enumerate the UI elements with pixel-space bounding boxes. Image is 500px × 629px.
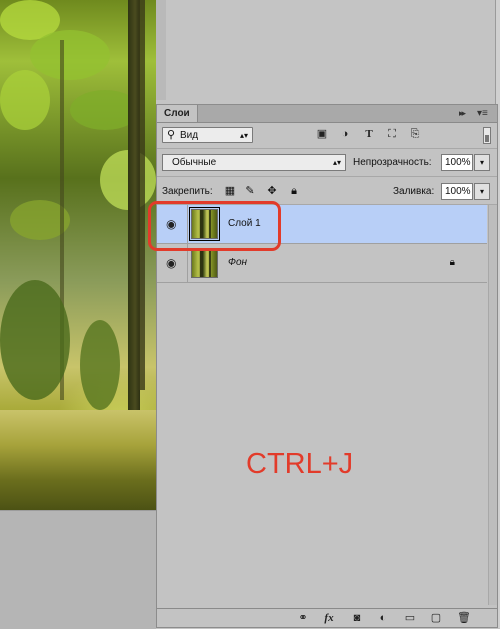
new-group-icon[interactable]: ▭	[403, 611, 417, 625]
panel-tab-bar: Слои ▸▸ ▾≡	[157, 105, 497, 123]
panel-menu-icon[interactable]: ▾≡	[477, 108, 493, 119]
lock-brush-icon[interactable]: ✎	[244, 185, 256, 198]
filter-kind-select[interactable]: ⚲ Вид ▴▾	[162, 127, 253, 143]
updown-arrows-icon: ▴▾	[239, 131, 248, 140]
lock-position-icon[interactable]: ✥	[266, 185, 278, 198]
filter-row: ⚲ Вид ▴▾ ▣ ◑ T ⛶ ⎘	[157, 124, 497, 149]
opacity-input[interactable]: 100%	[441, 154, 473, 171]
lock-all-icon[interactable]: 🔒︎	[288, 185, 300, 198]
fill-input[interactable]: 100%	[441, 183, 473, 200]
fill-dropdown-icon[interactable]: ▾	[474, 183, 490, 200]
panel-bottom-bar: ⚭ fx ◙ ◐ ▭ ▢ 🗑︎	[157, 608, 497, 627]
collapse-panel-icon[interactable]: ▸▸	[459, 108, 471, 119]
link-layers-icon[interactable]: ⚭	[296, 611, 310, 625]
lock-transparency-icon[interactable]: ▦	[224, 185, 236, 198]
filter-toggle[interactable]	[483, 127, 491, 144]
opacity-dropdown-icon[interactable]: ▾	[474, 154, 490, 171]
eye-icon: ◉	[166, 256, 177, 270]
fill-label: Заливка:	[393, 186, 435, 197]
layers-list: ◉ Слой 1 ◉ Фон 🔒︎	[157, 205, 487, 605]
opacity-label: Непрозрачность:	[353, 157, 432, 168]
blend-mode-select[interactable]: Обычные ▴▾	[162, 154, 346, 171]
fx-icon[interactable]: fx	[322, 611, 336, 625]
adjustment-layer-icon[interactable]: ◐	[376, 611, 390, 625]
adjustment-filter-icon[interactable]: ◑	[339, 128, 351, 141]
shortcut-annotation: CTRL+J	[246, 448, 354, 480]
tab-layers[interactable]: Слои	[157, 105, 198, 122]
layers-panel: Слои ▸▸ ▾≡ ⚲ Вид ▴▾ ▣ ◑ T ⛶ ⎘ Обычные ▴▾…	[156, 104, 498, 628]
shape-filter-icon[interactable]: ⛶	[386, 128, 398, 141]
filter-kind-label: Вид	[180, 130, 199, 141]
new-layer-icon[interactable]: ▢	[429, 611, 443, 625]
blend-row: Обычные ▴▾ Непрозрачность: 100% ▾	[157, 150, 497, 177]
document-edge	[156, 0, 166, 100]
search-icon: ⚲	[167, 129, 176, 141]
blend-mode-value: Обычные	[172, 157, 217, 168]
updown-arrows-icon: ▴▾	[332, 158, 341, 167]
lock-label: Закрепить:	[162, 186, 213, 197]
layer-mask-icon[interactable]: ◙	[350, 611, 364, 625]
delete-layer-icon[interactable]: 🗑︎	[457, 611, 471, 625]
smart-object-filter-icon[interactable]: ⎘	[409, 128, 421, 141]
lock-icon: 🔒︎	[449, 257, 455, 268]
type-filter-icon[interactable]: T	[363, 128, 375, 141]
canvas-forest-image	[0, 0, 156, 510]
image-filter-icon[interactable]: ▣	[316, 128, 328, 141]
annotation-highlight-box	[148, 201, 281, 251]
layer-name[interactable]: Фон	[228, 257, 247, 269]
layer-thumbnail	[191, 248, 218, 278]
panel-scrollbar[interactable]	[488, 205, 497, 605]
canvas-gutter	[0, 510, 156, 629]
